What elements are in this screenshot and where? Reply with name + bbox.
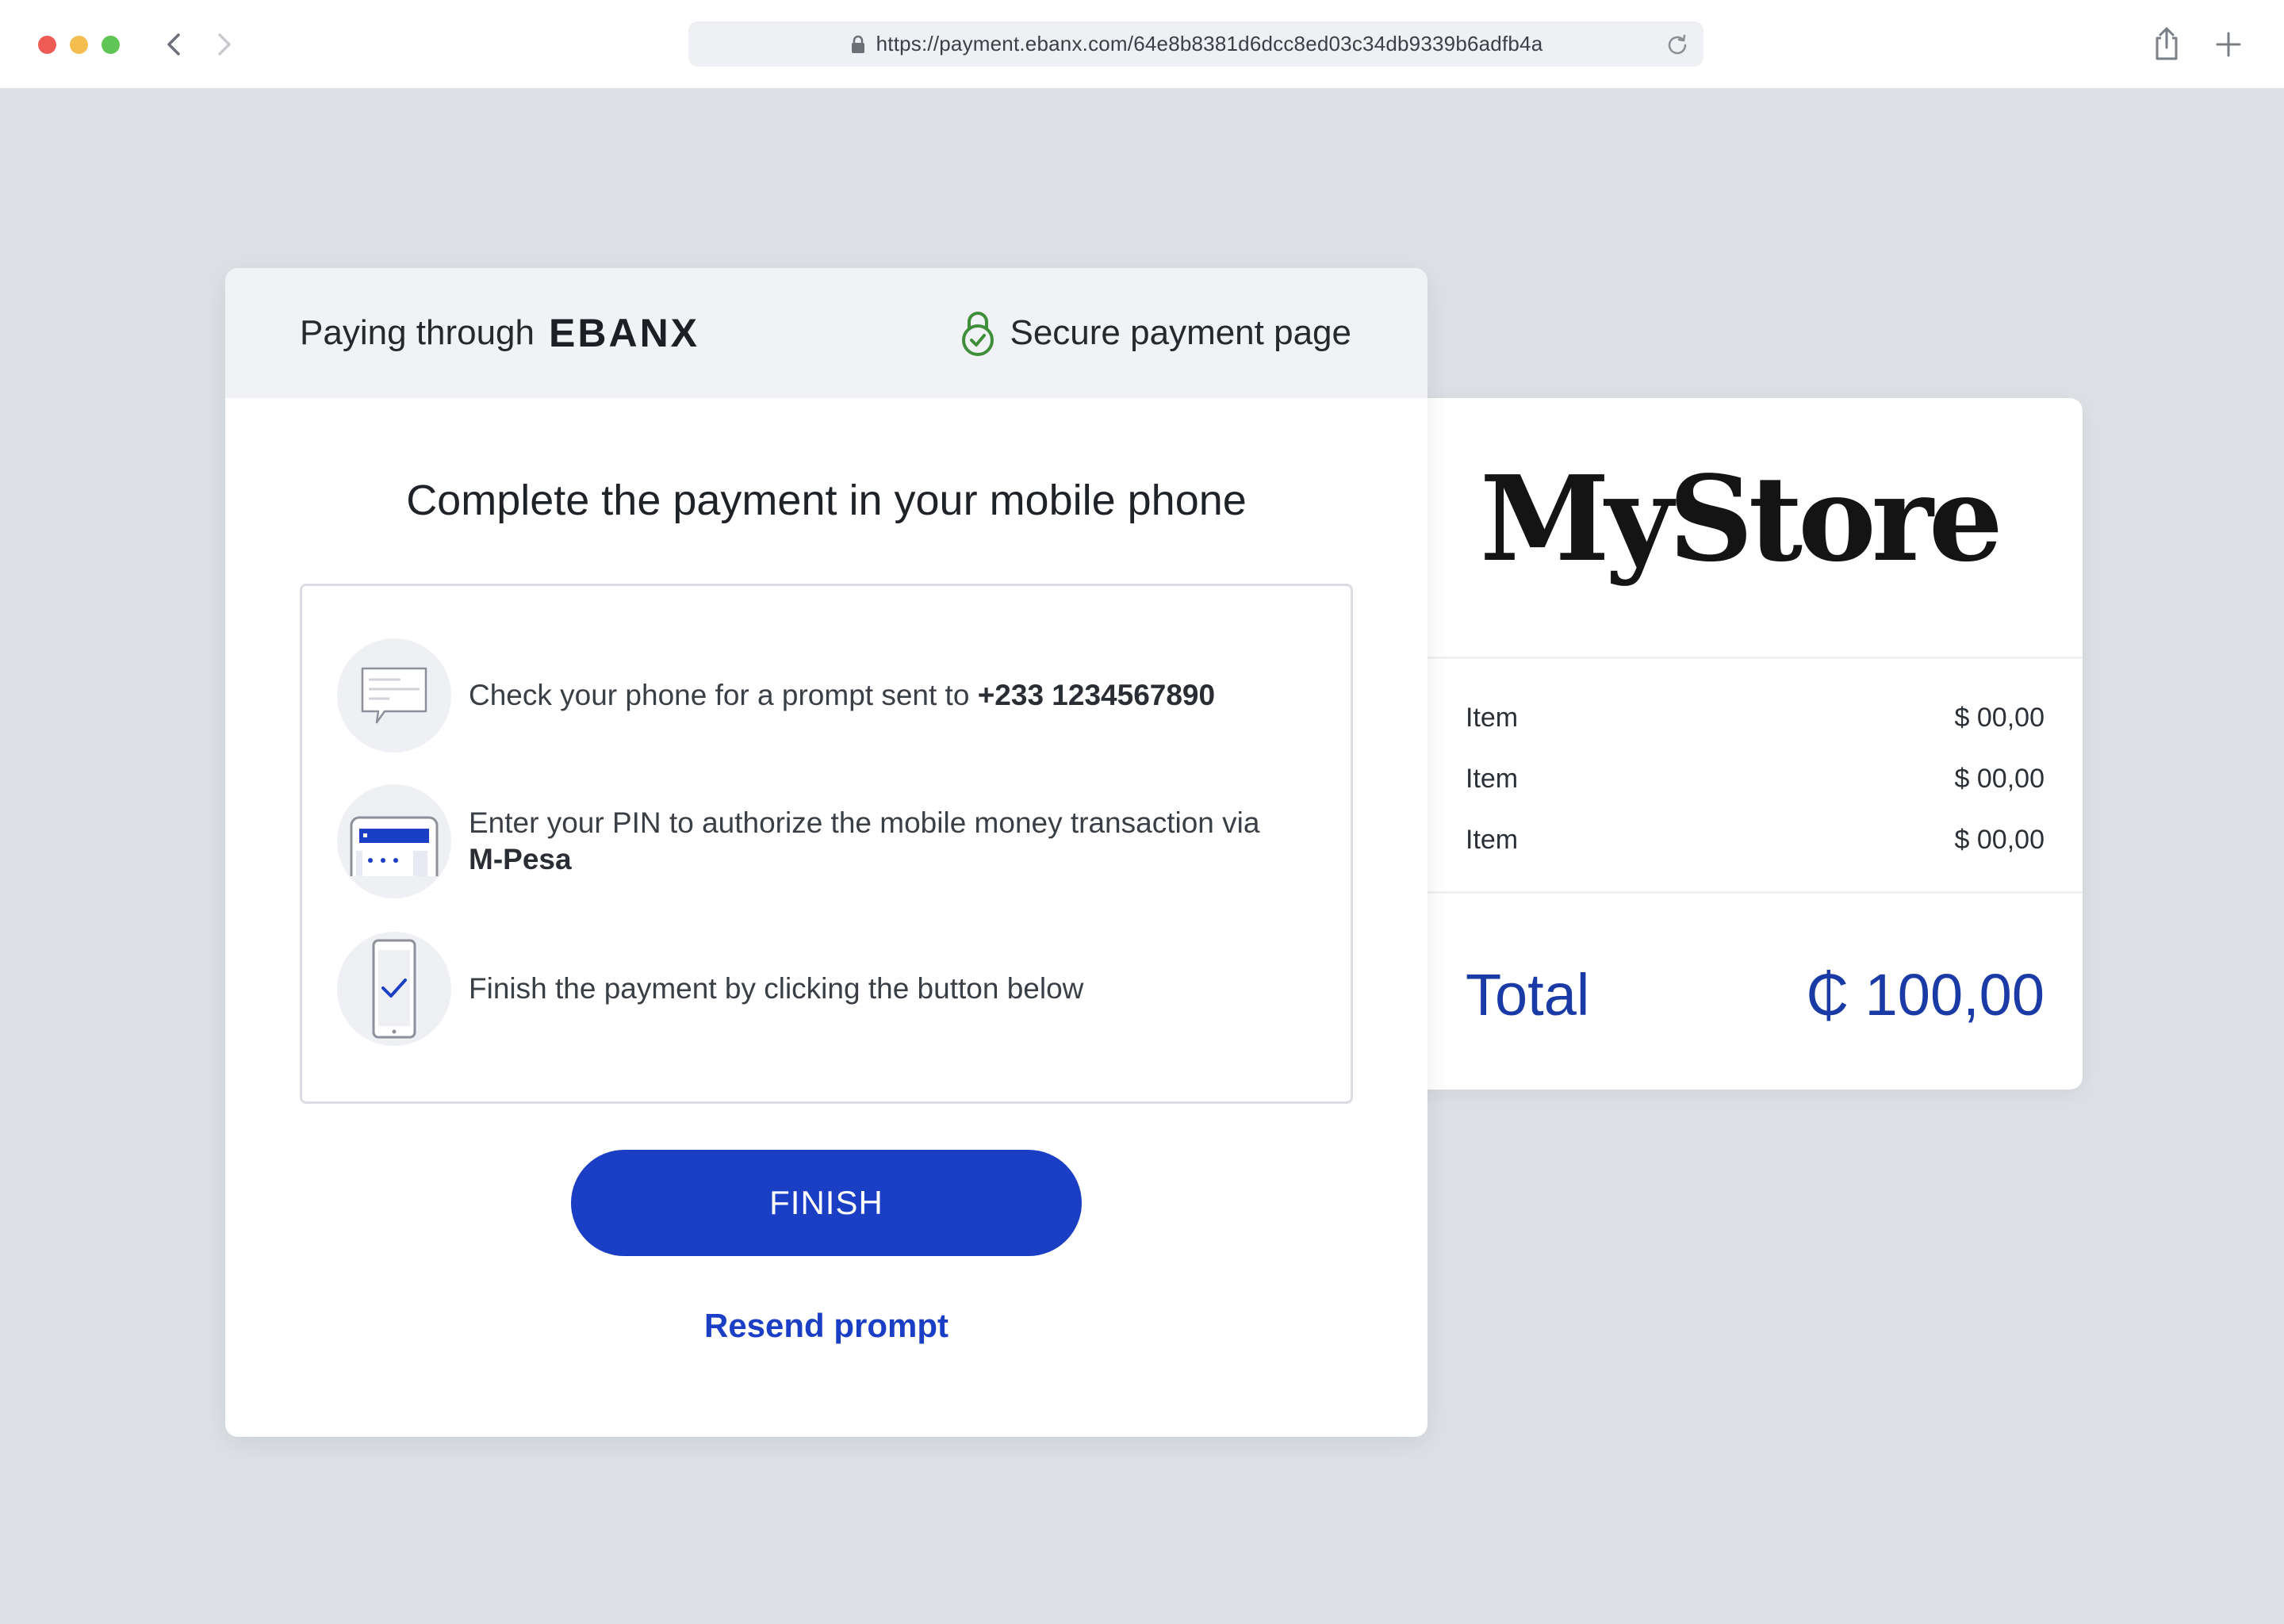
item-label: Item xyxy=(1466,824,1519,855)
minimize-window-button[interactable] xyxy=(70,36,88,54)
summary-item-row: Item $ 00,00 xyxy=(1466,698,2044,737)
window-controls xyxy=(38,36,120,54)
step-text: Finish the payment by clicking the butto… xyxy=(469,972,1084,1005)
paying-through: Paying through EBANX xyxy=(300,309,699,357)
summary-item-row xyxy=(1466,1094,2044,1134)
lock-icon xyxy=(851,35,864,53)
page-title: Complete the payment in your mobile phon… xyxy=(406,477,1247,524)
url-text: https://payment.ebanx.com/64e8b8381d6dcc… xyxy=(876,32,1543,56)
reload-icon[interactable] xyxy=(1665,33,1689,56)
plus-icon[interactable] xyxy=(2213,29,2244,60)
payment-card-header: Paying through EBANX Secure payment page xyxy=(225,268,1428,398)
zoom-window-button[interactable] xyxy=(102,36,120,54)
forward-arrow-icon[interactable] xyxy=(208,29,240,60)
secure-lock-icon xyxy=(962,312,994,356)
secure-payment-badge: Secure payment page xyxy=(960,309,1351,357)
item-label: Item xyxy=(1466,702,1519,733)
item-price: $ 00,00 xyxy=(1954,702,2044,733)
instructions-box: Check your phone for a prompt sent to +2… xyxy=(300,584,1353,1104)
total-label: Total xyxy=(1466,961,1590,1028)
instruction-step: Check your phone for a prompt sent to +2… xyxy=(337,638,1319,753)
summary-divider xyxy=(1396,657,2083,659)
item-label: Item xyxy=(1466,763,1519,794)
item-price: $ 00,00 xyxy=(1954,824,2044,855)
pin-keypad-icon xyxy=(337,784,451,898)
address-bar[interactable]: https://payment.ebanx.com/64e8b8381d6dcc… xyxy=(688,21,1703,67)
payment-card: Paying through EBANX Secure payment page… xyxy=(225,268,1428,1437)
close-window-button[interactable] xyxy=(38,36,56,54)
phone-check-icon xyxy=(337,932,451,1046)
finish-button[interactable]: FINISH xyxy=(571,1150,1082,1256)
message-icon xyxy=(337,638,451,753)
total-row: Total ₵ 100,00 xyxy=(1466,958,2044,1031)
summary-item-row: Item $ 00,00 xyxy=(1466,759,2044,799)
ebanx-logo: EBANX xyxy=(549,311,700,355)
paying-label: Paying through xyxy=(300,313,535,352)
step-text: Enter your PIN to authorize the mobile m… xyxy=(469,806,1260,875)
item-price: $ 00,00 xyxy=(1954,763,2044,794)
instruction-step: Finish the payment by clicking the butto… xyxy=(337,932,1319,1046)
store-logo: MyStore xyxy=(1480,450,2003,588)
share-icon[interactable] xyxy=(2151,25,2182,62)
summary-item-row: Item $ 00,00 xyxy=(1466,820,2044,860)
secure-label: Secure payment page xyxy=(1010,313,1351,352)
summary-divider xyxy=(1396,891,2083,894)
total-value: ₵ 100,00 xyxy=(1806,961,2044,1028)
browser-toolbar: https://payment.ebanx.com/64e8b8381d6dcc… xyxy=(0,0,2284,89)
step-text: Check your phone for a prompt sent to +2… xyxy=(469,679,1216,711)
instruction-step: Enter your PIN to authorize the mobile m… xyxy=(337,784,1319,898)
back-arrow-icon[interactable] xyxy=(159,29,190,60)
resend-prompt-link[interactable]: Resend prompt xyxy=(225,1307,1428,1345)
order-summary-card: MyStore Item $ 00,00 Item $ 00,00 Item $… xyxy=(1396,398,2083,1090)
